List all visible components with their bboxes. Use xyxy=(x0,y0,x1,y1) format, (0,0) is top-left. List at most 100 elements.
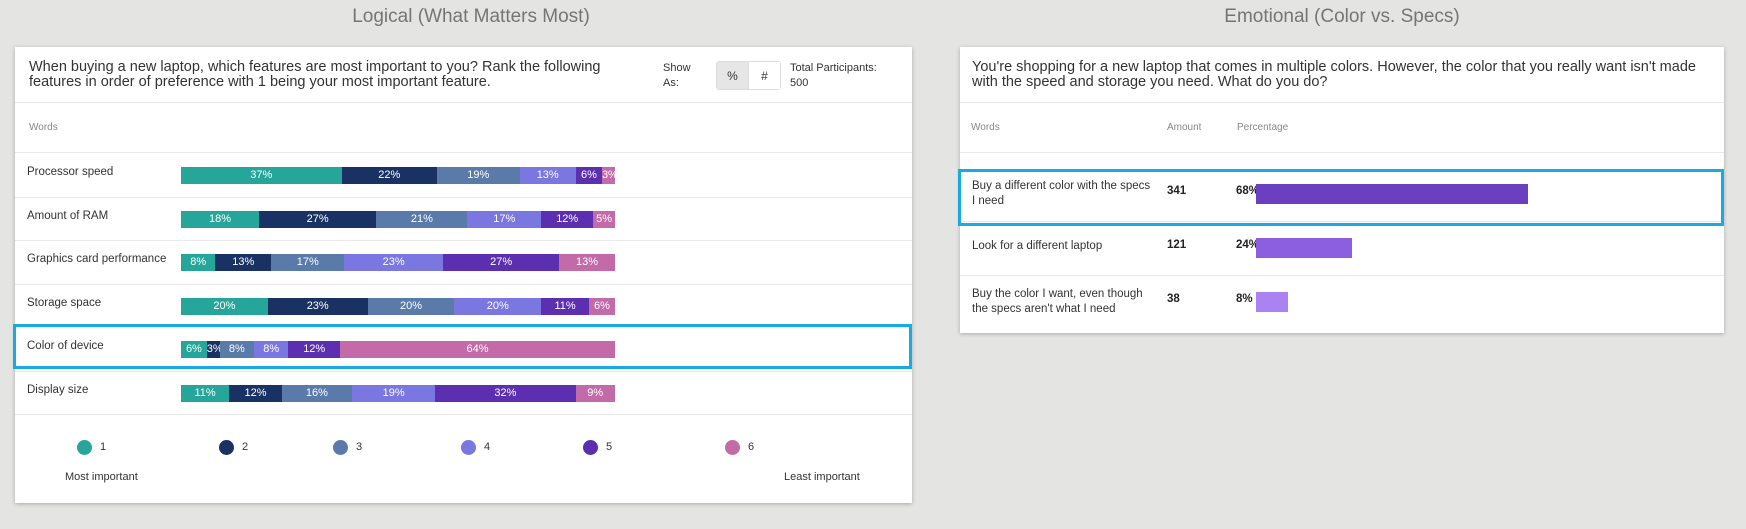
choice-label: Look for a different laptop xyxy=(972,240,1103,252)
divider xyxy=(15,414,912,415)
percent-toggle-button[interactable]: % xyxy=(717,62,748,89)
stacked-bar: 20% 23% 20% 20% 11% 6% xyxy=(181,297,615,315)
choice-bar xyxy=(1256,238,1352,258)
participants-info: Total Participants: 500 xyxy=(790,61,877,91)
bar-segment-rank-2: 22% xyxy=(341,167,438,184)
divider xyxy=(15,327,912,328)
legend-dot-rank-3 xyxy=(333,440,348,455)
words-column-header: Words xyxy=(971,122,1000,133)
divider xyxy=(960,275,1724,276)
color-vs-specs-card: You're shopping for a new laptop that co… xyxy=(958,47,1724,333)
bar-segment-rank-2: 12% xyxy=(229,384,282,402)
legend-dot-rank-4 xyxy=(461,440,476,455)
bar-segment-rank-6: 5% xyxy=(593,210,615,228)
left-section-title: Logical (What Matters Most) xyxy=(352,6,590,27)
legend-label-rank-1: 1 xyxy=(100,441,107,453)
bar-segment-rank-6: 6% xyxy=(588,297,615,315)
divider xyxy=(15,370,912,372)
right-section-title: Emotional (Color vs. Specs) xyxy=(1224,6,1460,27)
participants-label: Total Participants: xyxy=(790,62,877,74)
bar-segment-rank-3: 17% xyxy=(271,254,345,271)
legend-dot-rank-1 xyxy=(77,440,92,455)
bar-segment-rank-3: 20% xyxy=(367,297,455,315)
legend-label-rank-3: 3 xyxy=(356,441,363,453)
bar-segment-rank-5: 27% xyxy=(443,254,560,271)
ranking-row-label: Color of device xyxy=(27,340,104,352)
bar-segment-rank-1: 8% xyxy=(181,254,216,271)
words-column-header: Words xyxy=(29,122,58,133)
bar-segment-rank-5: 11% xyxy=(541,297,589,315)
bar-segment-rank-6: 64% xyxy=(339,341,615,358)
stacked-bar: 37%22%19%13%6%3% xyxy=(181,167,615,184)
count-toggle-button[interactable]: # xyxy=(748,62,780,89)
legend-label-rank-4: 4 xyxy=(484,441,491,453)
divider xyxy=(15,196,912,198)
bar-segment-rank-2: 13% xyxy=(215,254,272,271)
choice-bar xyxy=(1256,184,1528,204)
legend-label-rank-2: 2 xyxy=(242,441,249,453)
ranking-card: When buying a new laptop, which features… xyxy=(13,47,912,503)
bar-segment-rank-1: 6% xyxy=(181,341,207,358)
bar-segment-rank-3: 21% xyxy=(376,210,468,228)
bar-segment-rank-2: 3% xyxy=(206,341,220,358)
bar-segment-rank-2: 27% xyxy=(259,210,377,228)
bar-segment-rank-4: 13% xyxy=(519,167,576,184)
bar-segment-rank-6: 9% xyxy=(575,384,615,402)
stacked-bar: 6%3%8%8%12%64% xyxy=(181,341,615,358)
choice-percentage: 8% xyxy=(1236,293,1253,305)
ranking-row-label: Processor speed xyxy=(27,166,114,178)
bar-segment-rank-5: 12% xyxy=(288,341,340,358)
bar-segment-rank-1: 11% xyxy=(181,384,230,402)
bar-segment-rank-4: 19% xyxy=(351,384,436,402)
choice-bar xyxy=(1256,292,1288,312)
ranking-row-label: Storage space xyxy=(27,296,102,309)
bar-segment-rank-2: 23% xyxy=(267,297,368,315)
show-as-toggle: % # xyxy=(716,61,781,90)
choice-amount: 341 xyxy=(1167,185,1187,197)
bar-segment-rank-1: 18% xyxy=(181,210,260,228)
divider xyxy=(15,240,912,241)
divider xyxy=(15,152,912,153)
divider xyxy=(15,283,912,285)
stacked-bar: 18% 27% 21% 17% 12% 5% xyxy=(181,210,615,228)
ranking-question: When buying a new laptop, which features… xyxy=(29,59,601,90)
choice-amount: 38 xyxy=(1167,293,1180,305)
divider xyxy=(960,221,1724,222)
bar-segment-rank-1: 37% xyxy=(181,167,342,184)
legend-dot-rank-2 xyxy=(219,440,234,455)
choice-label: Buy the color I want, even though the sp… xyxy=(972,288,1143,315)
legend-dot-rank-5 xyxy=(583,440,598,455)
divider xyxy=(960,102,1724,103)
stacked-bar: 8% 13% 17% 23% 27% 13% xyxy=(181,254,615,271)
choice-label: Buy a different color with the specs I n… xyxy=(972,180,1151,207)
bar-segment-rank-4: 20% xyxy=(454,297,542,315)
amount-column-header: Amount xyxy=(1167,122,1202,133)
bar-segment-rank-5: 12% xyxy=(541,210,594,228)
least-important-label: Least important xyxy=(784,471,860,483)
bar-segment-rank-3: 16% xyxy=(281,384,352,402)
divider xyxy=(15,102,912,103)
legend-label-rank-5: 5 xyxy=(606,441,613,453)
most-important-label: Most important xyxy=(65,471,138,483)
ranking-row-label: Graphics card performance xyxy=(27,253,167,265)
percentage-column-header: Percentage xyxy=(1237,122,1289,133)
color-question: You're shopping for a new laptop that co… xyxy=(972,59,1696,90)
bar-segment-rank-6: 3% xyxy=(601,167,615,184)
participants-value: 500 xyxy=(790,77,809,89)
ranking-row-label: Display size xyxy=(27,383,89,396)
bar-segment-rank-4: 8% xyxy=(254,341,289,358)
show-as-label: Show As: xyxy=(663,62,691,89)
bar-segment-rank-4: 23% xyxy=(344,254,444,271)
legend-label-rank-6: 6 xyxy=(748,441,755,453)
choice-amount: 121 xyxy=(1167,239,1187,251)
bar-segment-rank-1: 20% xyxy=(181,297,268,315)
legend-dot-rank-6 xyxy=(725,440,740,455)
bar-segment-rank-3: 19% xyxy=(437,167,520,184)
bar-segment-rank-5: 6% xyxy=(575,167,602,184)
bar-segment-rank-5: 32% xyxy=(435,384,576,402)
stacked-bar: 11% 12% 16% 19% 32% 9% xyxy=(181,384,615,402)
bar-segment-rank-4: 17% xyxy=(467,210,542,228)
bar-segment-rank-6: 13% xyxy=(559,254,615,271)
bar-segment-rank-3: 8% xyxy=(219,341,255,358)
divider xyxy=(960,152,1724,153)
